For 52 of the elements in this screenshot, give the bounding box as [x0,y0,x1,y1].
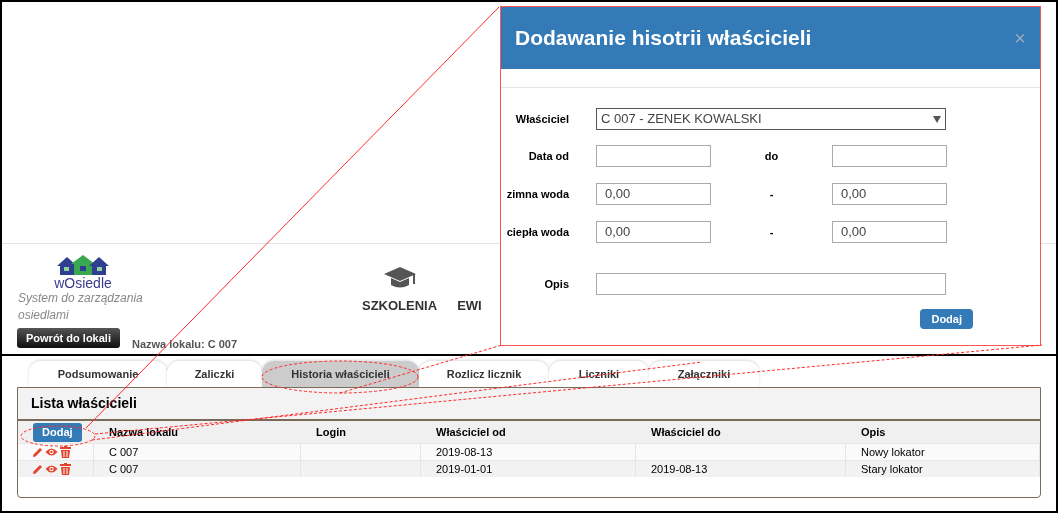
graduation-cap-icon [382,266,417,290]
edit-icon[interactable] [32,446,43,458]
tab[interactable]: Załączniki [649,361,759,387]
table-cell-text: C 007 [109,461,139,477]
unit-name: Nazwa lokalu: C 007 [131,336,238,352]
column-header: Właściciel do [651,425,721,438]
input-field[interactable]: 0,00 [596,221,711,243]
field-label: Opis [543,276,569,292]
tab[interactable]: Liczniki [549,361,649,387]
trash-icon[interactable] [60,463,71,475]
field-label: zimna woda [505,186,569,202]
table-cell-text: Nowy lokator [861,444,925,460]
input-field[interactable] [596,145,711,167]
tab[interactable]: Zaliczki [167,361,262,387]
view-icon[interactable] [45,447,58,457]
tab[interactable]: Podsumowanie [29,361,167,387]
input-field[interactable]: 0,00 [596,183,711,205]
input-field[interactable] [832,145,947,167]
table-cell-text: 2019-08-13 [436,444,493,460]
view-icon[interactable] [45,464,58,474]
dropdown-arrow-icon [933,115,941,123]
edit-icon[interactable] [32,463,43,475]
input-field[interactable]: 0,00 [832,221,947,243]
column-header: Właściciel od [436,425,506,438]
add-button[interactable]: Dodaj [33,422,82,442]
nav-link[interactable]: SZKOLENIA [362,296,438,316]
range-separator: do [763,148,780,164]
table-cell-text: 2019-01-01 [436,461,493,477]
range-separator: - [768,224,775,240]
table-cell-text: 2019-08-13 [651,461,708,477]
submit-button[interactable]: Dodaj [920,309,973,329]
dialog-title: Dodawanie hisotrii właścicieli [515,25,812,52]
column-header: Login [316,425,346,438]
trash-icon[interactable] [60,446,71,458]
houses-logo-icon [55,254,111,276]
column-header: Opis [861,425,886,438]
table-cell-text: Stary lokator [861,461,923,477]
owner-select[interactable]: C 007 - ZENEK KOWALSKI [596,108,946,130]
logo-text: wOsiedle [54,276,112,290]
field-label: ciepła woda [505,224,569,240]
field-label: Data od [527,148,569,164]
input-field[interactable]: 0,00 [832,183,947,205]
input-field[interactable] [596,273,946,295]
back-button[interactable]: Powrót do lokali [17,328,120,348]
range-separator: - [768,186,775,202]
tab[interactable]: Historia właścicieli [262,361,419,387]
table-cell-text: C 007 [109,444,139,460]
field-label: Właściciel [514,111,569,127]
panel-title: Lista właścicieli [31,394,137,413]
tab[interactable]: Rozlicz licznik [419,361,549,387]
nav-link[interactable]: EWI [457,296,482,316]
tagline: System do zarządzania osiedlami [18,290,144,324]
